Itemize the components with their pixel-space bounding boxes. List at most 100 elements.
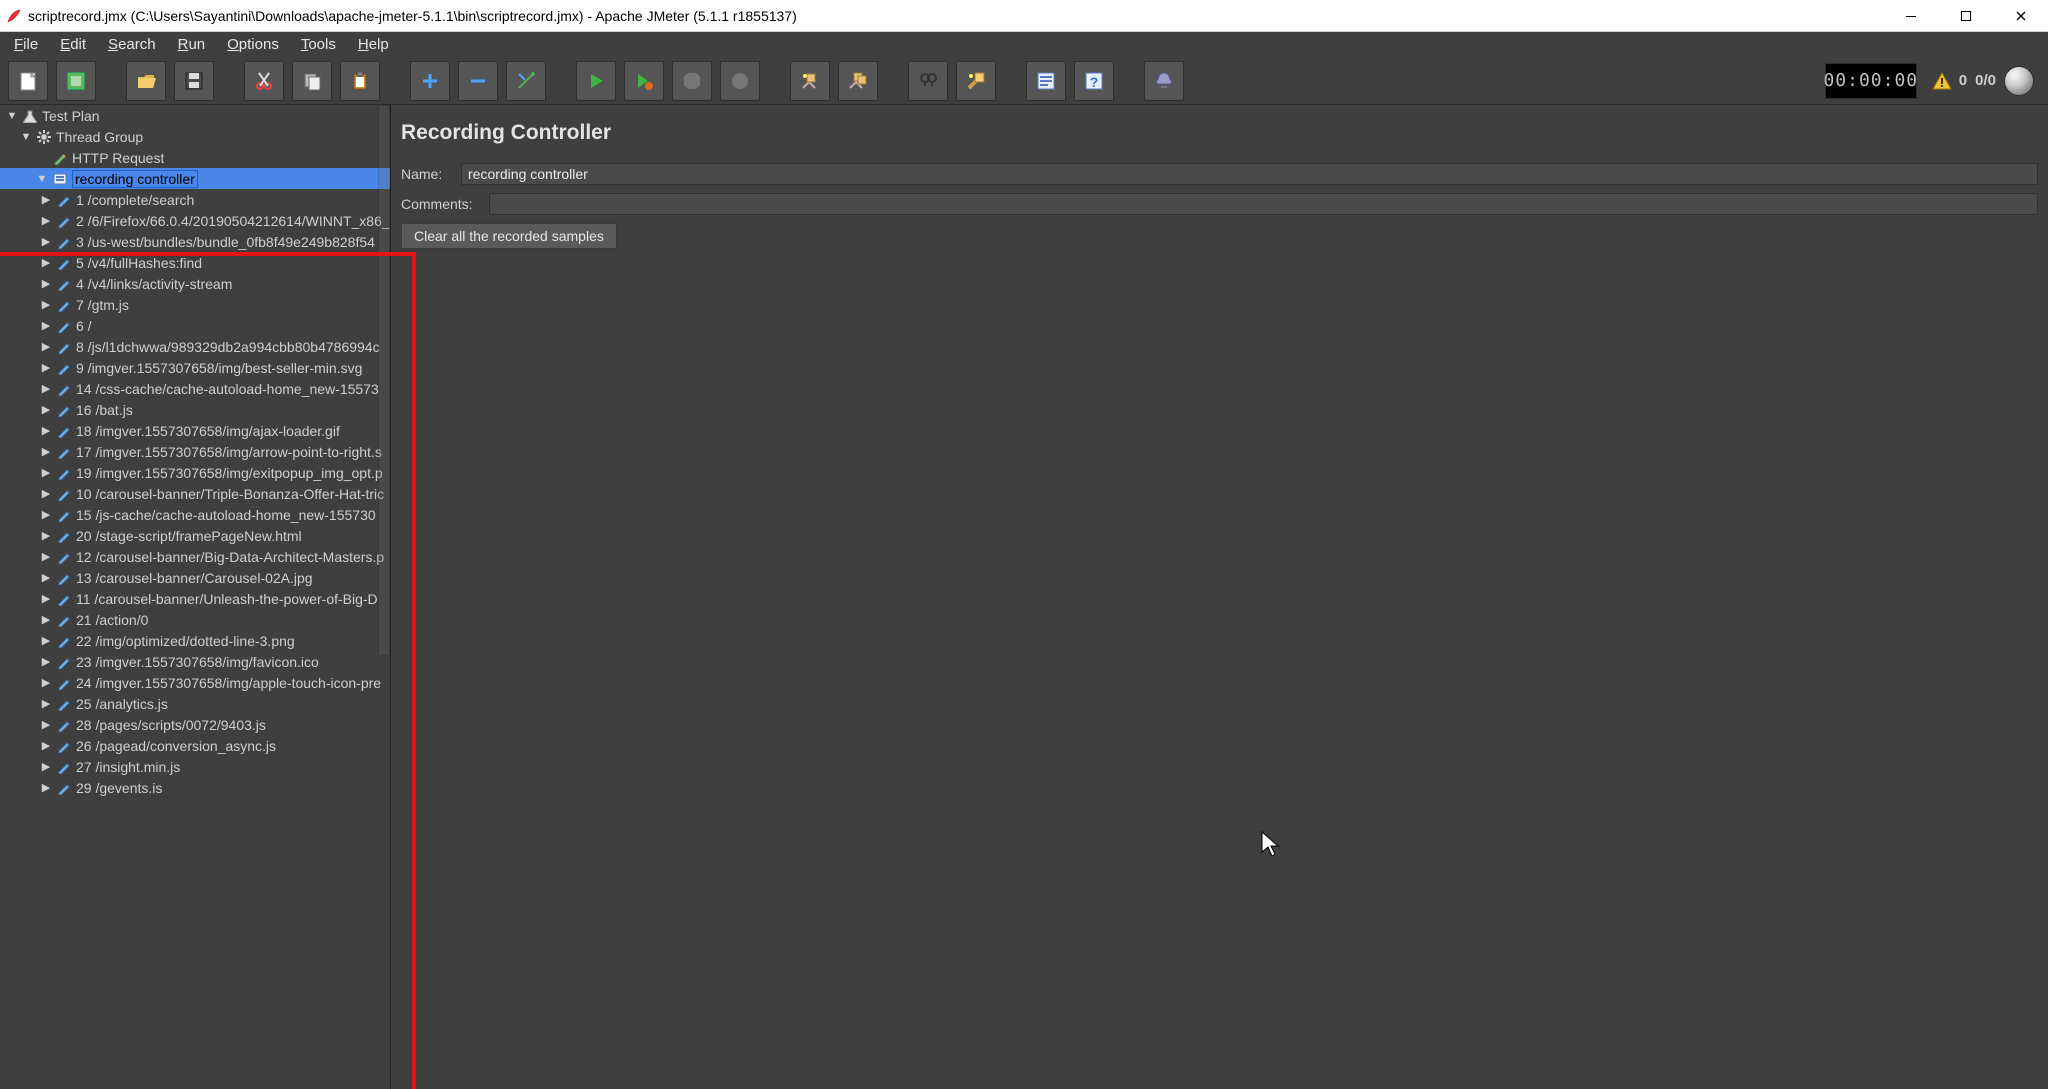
menu-options[interactable]: Options bbox=[217, 34, 289, 55]
tree-expand-icon[interactable]: ▼ bbox=[20, 131, 32, 143]
tree-sample[interactable]: ▶13 /carousel-banner/Carousel-02A.jpg bbox=[0, 567, 390, 588]
tree-http-request[interactable]: HTTP Request bbox=[0, 147, 390, 168]
tree-expand-icon[interactable]: ▶ bbox=[40, 319, 52, 332]
toolbar-cut-icon[interactable] bbox=[244, 61, 284, 101]
tree-sample[interactable]: ▶16 /bat.js bbox=[0, 399, 390, 420]
toolbar-save-icon[interactable] bbox=[174, 61, 214, 101]
tree-sample[interactable]: ▶11 /carousel-banner/Unleash-the-power-o… bbox=[0, 588, 390, 609]
toolbar-clear-all-icon[interactable] bbox=[838, 61, 878, 101]
tree-expand-icon[interactable]: ▶ bbox=[40, 298, 52, 311]
menu-help[interactable]: Help bbox=[348, 34, 399, 55]
tree-sample[interactable]: ▶4 /v4/links/activity-stream bbox=[0, 273, 390, 294]
window-minimize-button[interactable] bbox=[1883, 0, 1938, 32]
tree-sample[interactable]: ▶19 /imgver.1557307658/img/exitpopup_img… bbox=[0, 462, 390, 483]
toolbar-templates-icon[interactable] bbox=[56, 61, 96, 101]
tree-expand-icon[interactable]: ▶ bbox=[40, 235, 52, 248]
menu-file[interactable]: File bbox=[4, 34, 48, 55]
tree-sample[interactable]: ▶5 /v4/fullHashes:find bbox=[0, 252, 390, 273]
tree-expand-icon[interactable]: ▶ bbox=[40, 550, 52, 563]
toolbar-collapse-icon[interactable] bbox=[458, 61, 498, 101]
tree-expand-icon[interactable]: ▶ bbox=[40, 634, 52, 647]
toolbar-start-icon[interactable] bbox=[576, 61, 616, 101]
toolbar-copy-icon[interactable] bbox=[292, 61, 332, 101]
tree-sample[interactable]: ▶29 /gevents.is bbox=[0, 777, 390, 798]
menu-search[interactable]: Search bbox=[98, 34, 166, 55]
tree-expand-icon[interactable]: ▶ bbox=[40, 403, 52, 416]
toolbar-new-icon[interactable] bbox=[8, 61, 48, 101]
tree-expand-icon[interactable]: ▶ bbox=[40, 697, 52, 710]
tree-expand-icon[interactable]: ▶ bbox=[40, 592, 52, 605]
tree-sample[interactable]: ▶10 /carousel-banner/Triple-Bonanza-Offe… bbox=[0, 483, 390, 504]
tree-sample[interactable]: ▶26 /pagead/conversion_async.js bbox=[0, 735, 390, 756]
tree-sample[interactable]: ▶21 /action/0 bbox=[0, 609, 390, 630]
tree-expand-icon[interactable]: ▶ bbox=[40, 655, 52, 668]
tree-sample[interactable]: ▶6 / bbox=[0, 315, 390, 336]
tree-expand-icon[interactable]: ▶ bbox=[40, 193, 52, 206]
menu-tools[interactable]: Tools bbox=[291, 34, 346, 55]
tree-sample[interactable]: ▶15 /js-cache/cache-autoload-home_new-15… bbox=[0, 504, 390, 525]
tree-recording-controller[interactable]: ▼recording controller bbox=[0, 168, 390, 189]
toolbar-expand-icon[interactable] bbox=[410, 61, 450, 101]
clear-recorded-button[interactable]: Clear all the recorded samples bbox=[401, 223, 617, 249]
toolbar-help-icon[interactable]: ? bbox=[1074, 61, 1114, 101]
tree-expand-icon[interactable]: ▼ bbox=[36, 173, 48, 185]
tree-expand-icon[interactable]: ▶ bbox=[40, 571, 52, 584]
window-close-button[interactable] bbox=[1993, 0, 2048, 32]
tree-expand-icon[interactable]: ▶ bbox=[40, 613, 52, 626]
tree-sample[interactable]: ▶9 /imgver.1557307658/img/best-seller-mi… bbox=[0, 357, 390, 378]
tree-sample[interactable]: ▶22 /img/optimized/dotted-line-3.png bbox=[0, 630, 390, 651]
tree-sample[interactable]: ▶23 /imgver.1557307658/img/favicon.ico bbox=[0, 651, 390, 672]
tree-sample[interactable]: ▶18 /imgver.1557307658/img/ajax-loader.g… bbox=[0, 420, 390, 441]
tree-expand-icon[interactable]: ▶ bbox=[40, 508, 52, 521]
tree-sample[interactable]: ▶14 /css-cache/cache-autoload-home_new-1… bbox=[0, 378, 390, 399]
tree-sample[interactable]: ▶24 /imgver.1557307658/img/apple-touch-i… bbox=[0, 672, 390, 693]
tree-sample[interactable]: ▶7 /gtm.js bbox=[0, 294, 390, 315]
toolbar-start-no-pause-icon[interactable] bbox=[624, 61, 664, 101]
menu-edit[interactable]: Edit bbox=[50, 34, 96, 55]
toolbar-heapdump-icon[interactable] bbox=[1144, 61, 1184, 101]
tree-sample[interactable]: ▶1 /complete/search bbox=[0, 189, 390, 210]
tree-sample[interactable]: ▶27 /insight.min.js bbox=[0, 756, 390, 777]
toolbar-function-helper-icon[interactable] bbox=[1026, 61, 1066, 101]
tree-sample[interactable]: ▶12 /carousel-banner/Big-Data-Architect-… bbox=[0, 546, 390, 567]
toolbar-paste-icon[interactable] bbox=[340, 61, 380, 101]
toolbar-reset-search-icon[interactable] bbox=[956, 61, 996, 101]
tree-expand-icon[interactable]: ▶ bbox=[40, 781, 52, 794]
tree-expand-icon[interactable]: ▶ bbox=[40, 529, 52, 542]
tree-expand-icon[interactable]: ▶ bbox=[40, 760, 52, 773]
tree-expand-icon[interactable]: ▶ bbox=[40, 382, 52, 395]
tree-expand-icon[interactable]: ▶ bbox=[40, 718, 52, 731]
tree-sample[interactable]: ▶28 /pages/scripts/0072/9403.js bbox=[0, 714, 390, 735]
comments-input[interactable] bbox=[489, 193, 2038, 215]
menu-run[interactable]: Run bbox=[168, 34, 216, 55]
toolbar-shutdown-icon[interactable] bbox=[720, 61, 760, 101]
toolbar-toggle-icon[interactable] bbox=[506, 61, 546, 101]
tree-expand-icon[interactable]: ▶ bbox=[40, 256, 52, 269]
tree-sample[interactable]: ▶2 /6/Firefox/66.0.4/20190504212614/WINN… bbox=[0, 210, 390, 231]
name-input[interactable] bbox=[461, 163, 2038, 185]
warning-indicator[interactable]: 0 bbox=[1931, 70, 1967, 92]
tree-expand-icon[interactable]: ▶ bbox=[40, 739, 52, 752]
tree-expand-icon[interactable]: ▼ bbox=[6, 110, 18, 122]
toolbar-clear-icon[interactable] bbox=[790, 61, 830, 101]
tree-expand-icon[interactable]: ▶ bbox=[40, 340, 52, 353]
tree-expand-icon[interactable]: ▶ bbox=[40, 277, 52, 290]
window-maximize-button[interactable] bbox=[1938, 0, 1993, 32]
tree-sample[interactable]: ▶20 /stage-script/framePageNew.html bbox=[0, 525, 390, 546]
tree-expand-icon[interactable]: ▶ bbox=[40, 424, 52, 437]
tree-expand-icon[interactable]: ▶ bbox=[40, 487, 52, 500]
tree-sample[interactable]: ▶8 /js/l1dchwwa/989329db2a994cbb80b47869… bbox=[0, 336, 390, 357]
tree-thread-group[interactable]: ▼Thread Group bbox=[0, 126, 390, 147]
toolbar-search-icon[interactable] bbox=[908, 61, 948, 101]
tree-expand-icon[interactable]: ▶ bbox=[40, 361, 52, 374]
toolbar-open-icon[interactable] bbox=[126, 61, 166, 101]
tree-expand-icon[interactable]: ▶ bbox=[40, 466, 52, 479]
tree-sample[interactable]: ▶3 /us-west/bundles/bundle_0fb8f49e249b8… bbox=[0, 231, 390, 252]
tree-expand-icon[interactable]: ▶ bbox=[40, 676, 52, 689]
tree-sample[interactable]: ▶17 /imgver.1557307658/img/arrow-point-t… bbox=[0, 441, 390, 462]
globe-icon[interactable] bbox=[2004, 66, 2034, 96]
tree-expand-icon[interactable]: ▶ bbox=[40, 445, 52, 458]
tree-test-plan[interactable]: ▼Test Plan bbox=[0, 105, 390, 126]
tree-sample[interactable]: ▶25 /analytics.js bbox=[0, 693, 390, 714]
toolbar-stop-icon[interactable] bbox=[672, 61, 712, 101]
